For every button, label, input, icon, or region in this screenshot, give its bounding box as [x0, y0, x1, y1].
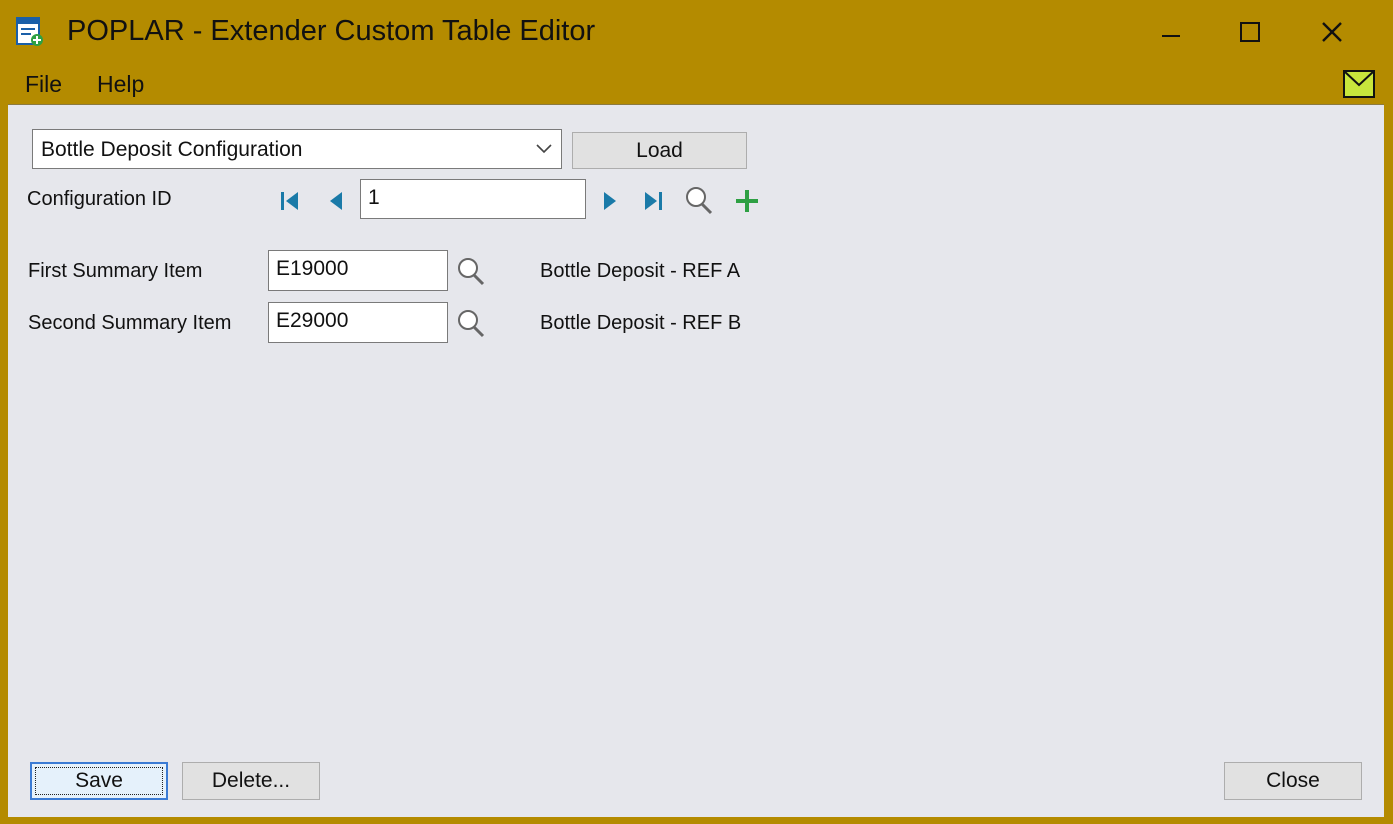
save-button[interactable]: Save: [30, 762, 168, 800]
title-bar[interactable]: POPLAR - Extender Custom Table Editor: [0, 0, 1393, 64]
app-window: POPLAR - Extender Custom Table Editor Fi…: [0, 0, 1393, 824]
config-id-label: Configuration ID: [27, 188, 172, 210]
config-id-value: 1: [368, 186, 380, 209]
search-icon[interactable]: [456, 256, 486, 286]
menu-bar: File Help: [0, 64, 1393, 104]
second-summary-item-input[interactable]: E29000: [268, 302, 448, 343]
minimize-button[interactable]: [1127, 0, 1215, 64]
second-summary-item-label: Second Summary Item: [28, 312, 232, 334]
editor-panel: Bottle Deposit Configuration Load Config…: [8, 104, 1384, 817]
previous-record-icon[interactable]: [324, 189, 348, 213]
config-id-input[interactable]: 1: [360, 179, 586, 219]
table-select-value: Bottle Deposit Configuration: [41, 138, 303, 161]
table-select-dropdown[interactable]: Bottle Deposit Configuration: [32, 129, 562, 169]
menu-file[interactable]: File: [25, 71, 62, 98]
minimize-icon: [1162, 35, 1180, 37]
menu-help[interactable]: Help: [97, 71, 144, 98]
first-summary-item-input[interactable]: E19000: [268, 250, 448, 291]
mail-icon[interactable]: [1343, 70, 1375, 98]
first-summary-item-description: Bottle Deposit - REF A: [540, 260, 741, 282]
load-button[interactable]: Load: [572, 132, 747, 169]
first-record-icon[interactable]: [278, 189, 302, 213]
close-icon: [1322, 22, 1342, 42]
second-summary-item-value: E29000: [276, 309, 349, 332]
window-title: POPLAR - Extender Custom Table Editor: [67, 15, 596, 47]
first-summary-item-label: First Summary Item: [28, 260, 203, 282]
focus-ring: [35, 767, 163, 795]
maximize-button[interactable]: [1206, 0, 1294, 64]
add-icon[interactable]: [734, 188, 760, 214]
next-record-icon[interactable]: [598, 189, 622, 213]
close-button[interactable]: Close: [1224, 762, 1362, 800]
delete-button[interactable]: Delete...: [182, 762, 320, 800]
chevron-down-icon: [536, 144, 552, 154]
maximize-icon: [1240, 22, 1260, 42]
last-record-icon[interactable]: [641, 189, 665, 213]
table-editor-app-icon: [16, 17, 43, 46]
first-summary-item-value: E19000: [276, 257, 349, 280]
search-icon[interactable]: [684, 185, 714, 215]
second-summary-item-description: Bottle Deposit - REF B: [540, 312, 742, 334]
close-window-button[interactable]: [1288, 0, 1376, 64]
search-icon[interactable]: [456, 308, 486, 338]
